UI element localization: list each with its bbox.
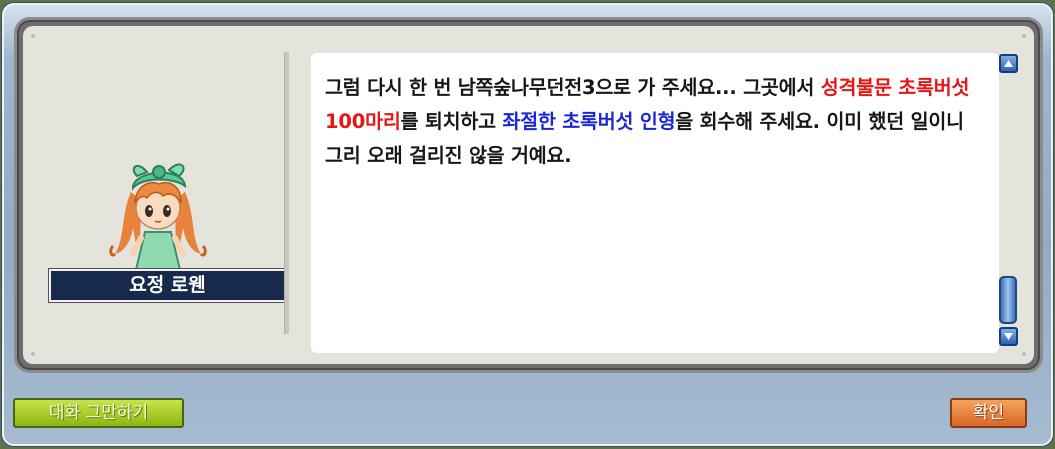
frame-rivet	[31, 352, 35, 356]
npc-name-plate: 요정 로웬	[49, 269, 286, 302]
scroll-up-icon[interactable]	[999, 54, 1018, 73]
confirm-button[interactable]: 확인	[950, 398, 1027, 428]
dialog-panel: 요정 로웬 그럼 다시 한 번 남쪽숲나무던전3으로 가 주세요... 그곳에서…	[23, 26, 1034, 364]
dialog-frame: 요정 로웬 그럼 다시 한 번 남쪽숲나무던전3으로 가 주세요... 그곳에서…	[14, 17, 1043, 373]
dialog-text-part: 그럼 다시 한 번 남쪽숲나무던전3으로 가 주세요... 그곳에서	[325, 76, 821, 99]
dialog-message: 그럼 다시 한 번 남쪽숲나무던전3으로 가 주세요... 그곳에서 성격불문 …	[325, 71, 985, 173]
frame-rivet	[1022, 352, 1026, 356]
scroll-down-icon[interactable]	[999, 327, 1018, 346]
scrollbar-thumb[interactable]	[999, 276, 1017, 324]
dialog-text-box: 그럼 다시 한 번 남쪽숲나무던전3으로 가 주세요... 그곳에서 성격불문 …	[311, 53, 999, 353]
npc-portrait	[109, 163, 207, 275]
dialog-text-part: 를 퇴치하고	[400, 110, 503, 133]
npc-dialog-window: 요정 로웬 그럼 다시 한 번 남쪽숲나무던전3으로 가 주세요... 그곳에서…	[2, 3, 1053, 446]
end-chat-button[interactable]: 대화 그만하기	[13, 398, 184, 428]
dialog-highlight-item: 좌절한 초록버섯 인형	[502, 110, 676, 133]
panel-divider	[284, 52, 289, 334]
frame-rivet	[1022, 34, 1026, 38]
frame-rivet	[31, 34, 35, 38]
